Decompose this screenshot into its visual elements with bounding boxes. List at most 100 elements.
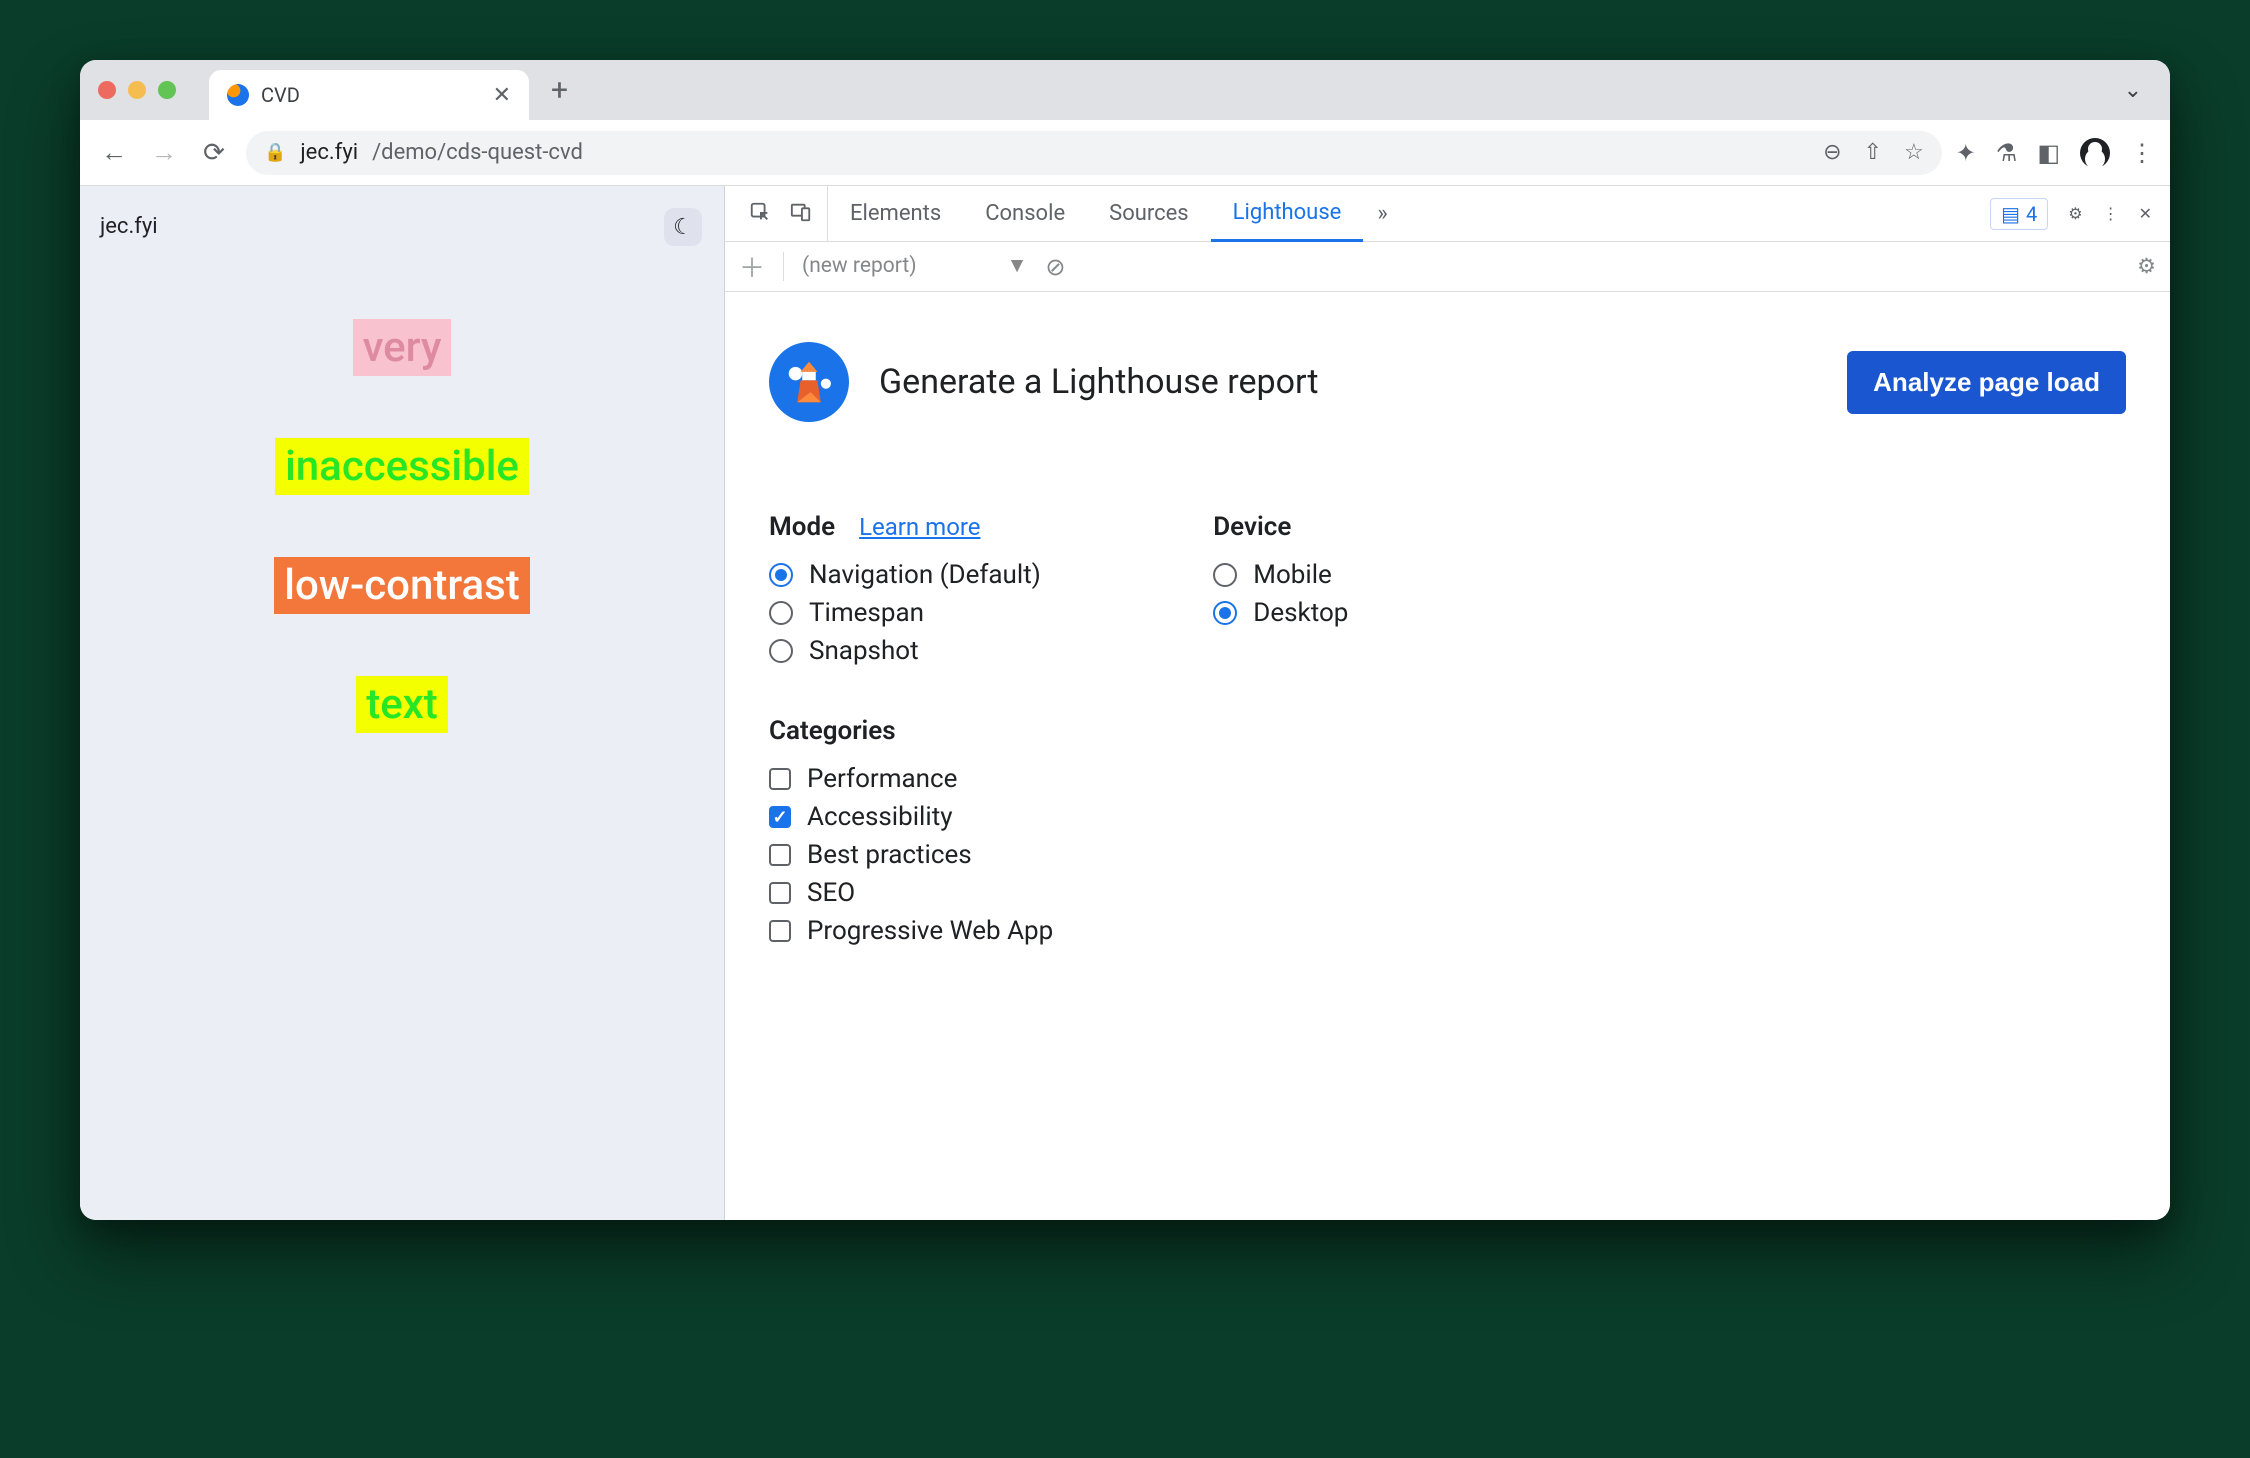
- categories-heading: Categories: [769, 716, 896, 746]
- minimize-window-icon[interactable]: [128, 81, 146, 99]
- page-brand: jec.fyi: [100, 214, 704, 239]
- category-accessibility[interactable]: Accessibility: [769, 802, 1053, 832]
- categories-section: Categories Performance Accessibility Bes…: [769, 716, 1053, 946]
- category-seo[interactable]: SEO: [769, 878, 1053, 908]
- mode-column: Mode Learn more Navigation (Default) Tim…: [769, 512, 1053, 954]
- tab-elements[interactable]: Elements: [828, 186, 963, 241]
- favicon-icon: [227, 84, 249, 106]
- checkbox-icon: [769, 768, 791, 790]
- device-column: Device Mobile Desktop: [1213, 512, 1348, 954]
- device-option-desktop[interactable]: Desktop: [1213, 598, 1348, 628]
- dark-mode-toggle[interactable]: ☾: [664, 208, 702, 246]
- checkbox-label: Accessibility: [807, 802, 953, 832]
- settings-gear-icon[interactable]: ⚙: [2068, 204, 2082, 223]
- checkbox-label: SEO: [807, 878, 855, 908]
- reload-button[interactable]: ⟳: [196, 138, 232, 168]
- tabs-overflow-icon[interactable]: »: [1363, 201, 1401, 226]
- lighthouse-heading: Generate a Lighthouse report: [879, 362, 1318, 402]
- zoom-icon[interactable]: ⊖: [1823, 140, 1841, 165]
- device-option-mobile[interactable]: Mobile: [1213, 560, 1348, 590]
- url-path: /demo/cds-quest-cvd: [372, 140, 583, 165]
- sidepanel-icon[interactable]: ◧: [2037, 139, 2060, 167]
- browser-window: CVD ✕ + ⌄ ← → ⟳ 🔒 jec.fyi/demo/cds-quest…: [80, 60, 2170, 1220]
- close-window-icon[interactable]: [98, 81, 116, 99]
- category-performance[interactable]: Performance: [769, 764, 1053, 794]
- forward-button[interactable]: →: [146, 137, 182, 168]
- browser-tab[interactable]: CVD ✕: [209, 70, 529, 120]
- lighthouse-body: Generate a Lighthouse report Analyze pag…: [725, 292, 2170, 1220]
- analyze-button[interactable]: Analyze page load: [1847, 351, 2126, 414]
- demo-word: low-contrast: [274, 557, 529, 614]
- devtools-kebab-icon[interactable]: ⋮: [2103, 204, 2119, 223]
- star-icon[interactable]: ☆: [1904, 140, 1924, 165]
- mode-heading: Mode: [769, 512, 835, 542]
- chat-icon: ▤: [2001, 202, 2020, 226]
- demo-word: inaccessible: [275, 438, 529, 495]
- lighthouse-header: Generate a Lighthouse report Analyze pag…: [769, 342, 2126, 422]
- demo-word: very: [353, 319, 452, 376]
- tab-sources[interactable]: Sources: [1087, 186, 1211, 241]
- category-pwa[interactable]: Progressive Web App: [769, 916, 1053, 946]
- close-tab-icon[interactable]: ✕: [493, 83, 511, 108]
- maximize-window-icon[interactable]: [158, 81, 176, 99]
- profile-avatar-icon[interactable]: [2080, 138, 2110, 168]
- back-button[interactable]: ←: [96, 137, 132, 168]
- chevron-down-icon: ▼: [1007, 254, 1028, 278]
- kebab-menu-icon[interactable]: ⋮: [2130, 139, 2154, 167]
- toolbar: ← → ⟳ 🔒 jec.fyi/demo/cds-quest-cvd ⊖ ⇧ ☆…: [80, 120, 2170, 186]
- mode-option-timespan[interactable]: Timespan: [769, 598, 1053, 628]
- lock-icon: 🔒: [264, 142, 286, 163]
- lighthouse-options: Mode Learn more Navigation (Default) Tim…: [769, 512, 2126, 954]
- radio-icon: [769, 601, 793, 625]
- checkbox-icon: [769, 844, 791, 866]
- radio-label: Snapshot: [809, 636, 919, 666]
- report-dropdown[interactable]: (new report) ▼: [802, 254, 1027, 279]
- radio-icon: [1213, 601, 1237, 625]
- checkbox-icon: [769, 882, 791, 904]
- tabs-overflow-icon[interactable]: ⌄: [2124, 78, 2152, 103]
- checkbox-icon: [769, 920, 791, 942]
- webpage: jec.fyi ☾ very inaccessible low-contrast…: [80, 186, 725, 1220]
- content-area: jec.fyi ☾ very inaccessible low-contrast…: [80, 186, 2170, 1220]
- lighthouse-logo-icon: [769, 342, 849, 422]
- address-bar[interactable]: 🔒 jec.fyi/demo/cds-quest-cvd ⊖ ⇧ ☆: [246, 131, 1942, 175]
- radio-label: Desktop: [1253, 598, 1348, 628]
- checkbox-label: Performance: [807, 764, 957, 794]
- tab-lighthouse[interactable]: Lighthouse: [1211, 187, 1364, 242]
- radio-label: Navigation (Default): [809, 560, 1041, 590]
- titlebar: CVD ✕ + ⌄: [80, 60, 2170, 120]
- add-report-icon[interactable]: ＋: [739, 248, 765, 285]
- extension-icons: ✦ ⚗ ◧ ⋮: [1956, 138, 2154, 168]
- extensions-icon[interactable]: ✦: [1956, 139, 1976, 167]
- mode-option-navigation[interactable]: Navigation (Default): [769, 560, 1053, 590]
- close-devtools-icon[interactable]: ✕: [2139, 204, 2152, 223]
- new-tab-button[interactable]: +: [537, 73, 582, 108]
- learn-more-link[interactable]: Learn more: [859, 513, 980, 541]
- lighthouse-toolbar: ＋ (new report) ▼ ⊘ ⚙: [725, 242, 2170, 292]
- category-best-practices[interactable]: Best practices: [769, 840, 1053, 870]
- device-toggle-icon[interactable]: [789, 201, 813, 227]
- demo-text-stack: very inaccessible low-contrast text: [100, 319, 704, 733]
- lighthouse-settings-icon[interactable]: ⚙: [2137, 254, 2156, 279]
- share-icon[interactable]: ⇧: [1864, 140, 1882, 165]
- device-heading: Device: [1213, 512, 1291, 542]
- report-dropdown-label: (new report): [802, 254, 917, 278]
- devtools-tabbar: Elements Console Sources Lighthouse » ▤ …: [725, 186, 2170, 242]
- inspect-icon[interactable]: [749, 201, 771, 227]
- demo-word: text: [356, 676, 448, 733]
- issues-badge[interactable]: ▤ 4: [1990, 198, 2048, 230]
- mode-option-snapshot[interactable]: Snapshot: [769, 636, 1053, 666]
- radio-icon: [769, 639, 793, 663]
- radio-icon: [769, 563, 793, 587]
- devtools-panel: Elements Console Sources Lighthouse » ▤ …: [725, 186, 2170, 1220]
- tab-title: CVD: [261, 83, 300, 107]
- checkbox-label: Best practices: [807, 840, 972, 870]
- checkbox-label: Progressive Web App: [807, 916, 1053, 946]
- traffic-lights: [98, 81, 176, 99]
- url-host: jec.fyi: [300, 140, 358, 165]
- tab-console[interactable]: Console: [963, 186, 1087, 241]
- moon-icon: ☾: [673, 215, 693, 240]
- labs-icon[interactable]: ⚗: [1996, 139, 2018, 167]
- radio-icon: [1213, 563, 1237, 587]
- clear-icon[interactable]: ⊘: [1045, 253, 1065, 281]
